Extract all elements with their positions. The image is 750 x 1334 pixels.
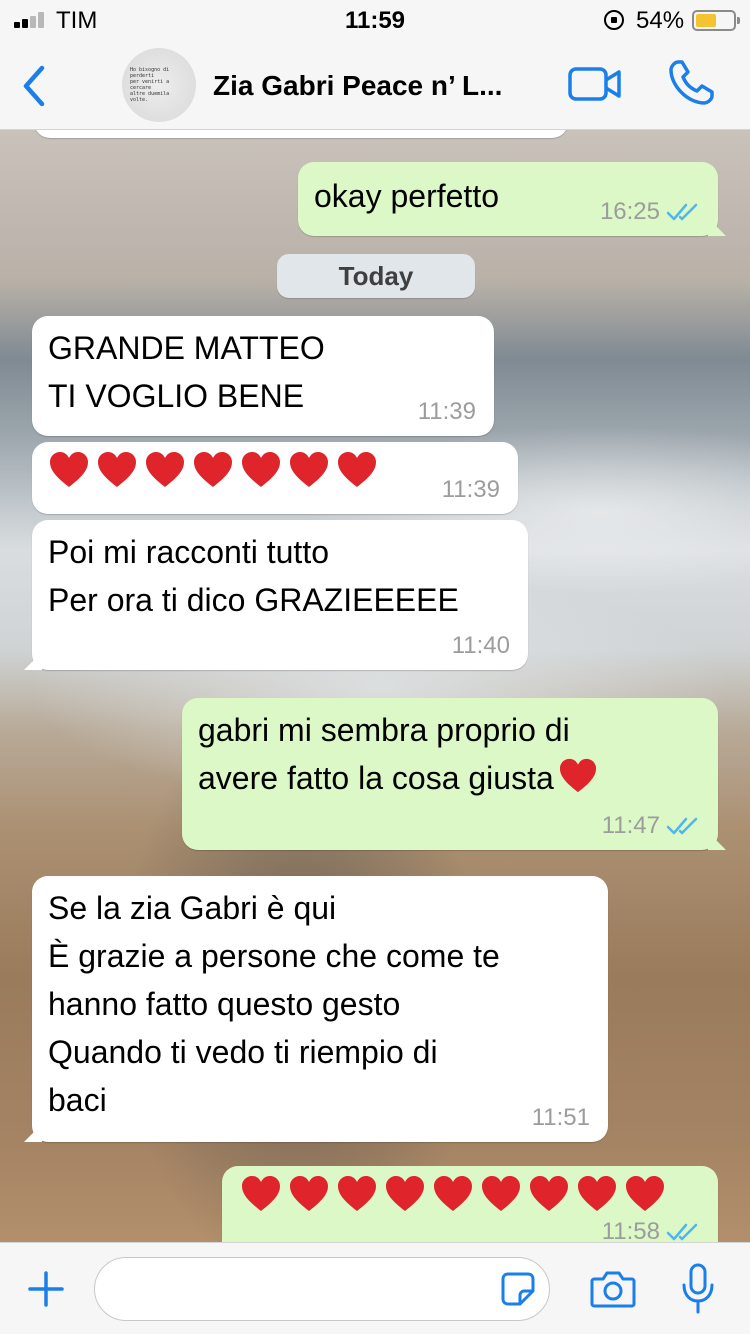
message-bubble-incoming[interactable]: Poi mi racconti tutto Per ora ti dico GR… (32, 520, 528, 670)
message-meta: 11:58 (602, 1218, 700, 1242)
message-time: 11:47 (601, 812, 660, 839)
message-time: 11:58 (601, 1218, 660, 1242)
plus-icon[interactable] (26, 1269, 66, 1309)
message-meta: 11:47 (602, 812, 700, 840)
message-time: 11:51 (531, 1104, 590, 1131)
message-bubble-outgoing[interactable]: 11:58 (222, 1166, 718, 1242)
message-bubble-incoming[interactable]: 11:39 (32, 442, 518, 514)
chat-header: Ho bisogno di perderti per venirti a cer… (0, 40, 750, 130)
heart-emoji-icon (290, 1176, 328, 1211)
heart-emoji-icon (242, 1176, 280, 1211)
heart-emoji-icon (434, 1176, 472, 1211)
heart-emoji-icon (194, 452, 232, 487)
message-time: 11:40 (451, 632, 510, 659)
heart-emoji-icon (50, 452, 88, 487)
emoji-row (240, 1174, 666, 1214)
heart-emoji-icon (338, 1176, 376, 1211)
message-input-bar (0, 1242, 750, 1334)
message-meta: 16:25 (600, 198, 700, 226)
message-time: 16:25 (599, 198, 660, 225)
message-time: 11:39 (417, 398, 476, 425)
chevron-left-icon[interactable] (18, 64, 50, 108)
heart-emoji-icon (559, 758, 596, 793)
heart-emoji-icon (386, 1176, 424, 1211)
message-text: Poi mi racconti tutto Per ora ti dico GR… (48, 534, 459, 618)
camera-icon[interactable] (590, 1269, 636, 1309)
message-list[interactable]: okay perfetto 16:25 Today GRANDE MATTEO … (0, 130, 750, 1242)
heart-emoji-icon (242, 452, 280, 487)
status-bar: TIM 11:59 54% (0, 0, 750, 40)
read-receipt-icon (666, 1223, 698, 1241)
battery-percent: 54% (636, 7, 685, 34)
video-camera-icon[interactable] (568, 66, 622, 102)
sticker-icon[interactable] (500, 1271, 536, 1307)
read-receipt-icon (666, 203, 698, 221)
phone-icon[interactable] (666, 58, 716, 108)
message-text: GRANDE MATTEO TI VOGLIO BENE (48, 330, 325, 414)
message-time: 11:39 (441, 476, 500, 503)
avatar-text: Ho bisogno di perderti per venirti a cer… (130, 67, 170, 103)
microphone-icon[interactable] (680, 1263, 716, 1315)
heart-emoji-icon (338, 452, 376, 487)
read-receipt-icon (666, 817, 698, 835)
date-separator: Today (277, 254, 475, 298)
heart-emoji-icon (626, 1176, 664, 1211)
heart-emoji-icon (146, 452, 184, 487)
avatar[interactable]: Ho bisogno di perderti per venirti a cer… (122, 48, 196, 122)
message-text: okay perfetto (314, 178, 499, 214)
heart-emoji-icon (578, 1176, 616, 1211)
message-text: Se la zia Gabri è qui È grazie a persone… (48, 890, 500, 1118)
battery-icon (692, 10, 740, 31)
message-bubble-partial[interactable] (34, 130, 568, 138)
chat-title[interactable]: Zia Gabri Peace n’ L... (213, 70, 502, 102)
orientation-lock-icon (604, 10, 624, 30)
heart-emoji-icon (530, 1176, 568, 1211)
message-bubble-outgoing[interactable]: okay perfetto 16:25 (298, 162, 718, 236)
message-bubble-outgoing[interactable]: gabri mi sembra proprio di avere fatto l… (182, 698, 718, 850)
message-bubble-incoming[interactable]: GRANDE MATTEO TI VOGLIO BENE 11:39 (32, 316, 494, 436)
message-input[interactable] (94, 1257, 550, 1321)
emoji-row (48, 450, 378, 490)
heart-emoji-icon (290, 452, 328, 487)
message-text: gabri mi sembra proprio di avere fatto l… (198, 706, 598, 802)
heart-emoji-icon (482, 1176, 520, 1211)
heart-emoji-icon (98, 452, 136, 487)
message-bubble-incoming[interactable]: Se la zia Gabri è qui È grazie a persone… (32, 876, 608, 1142)
